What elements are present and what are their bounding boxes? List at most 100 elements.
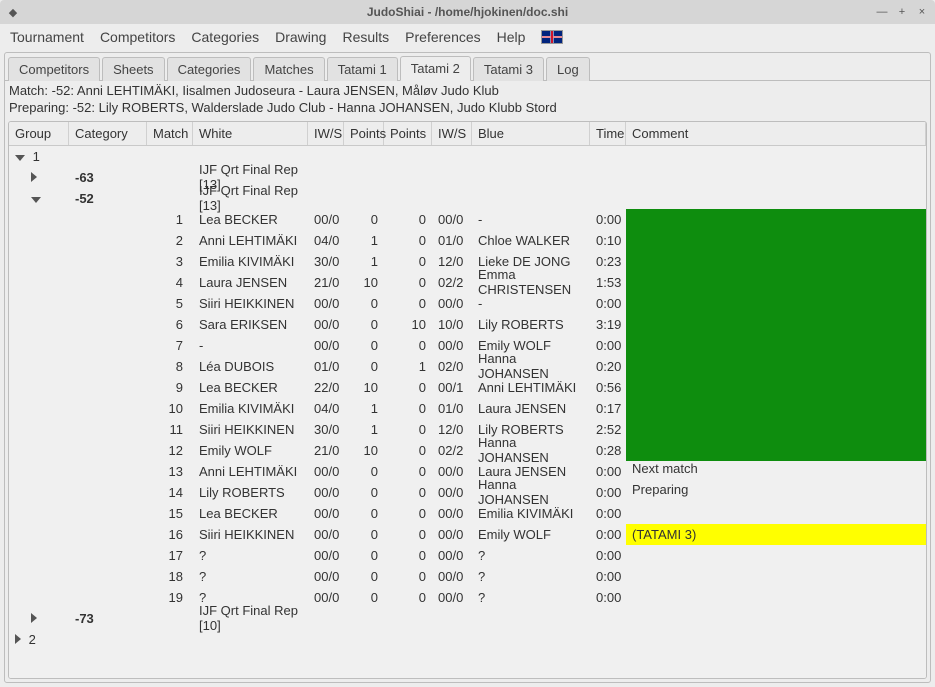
group-row[interactable]: 2 bbox=[9, 629, 926, 650]
tab-tatami3[interactable]: Tatami 3 bbox=[473, 57, 544, 81]
col-match[interactable]: Match bbox=[147, 122, 193, 145]
match-number: 18 bbox=[147, 569, 193, 584]
white-competitor: ? bbox=[193, 569, 308, 584]
match-time: 3:19 bbox=[590, 317, 626, 332]
white-points: 10 bbox=[344, 275, 384, 290]
tab-matches[interactable]: Matches bbox=[253, 57, 324, 81]
blue-competitor: Laura JENSEN bbox=[472, 401, 590, 416]
blue-iws: 00/0 bbox=[432, 590, 472, 605]
maximize-button[interactable]: + bbox=[893, 3, 911, 21]
match-comment: Preparing bbox=[626, 482, 926, 503]
match-row[interactable]: 3Emilia KIVIMÄKI30/01012/0Lieke DE JONG0… bbox=[9, 251, 926, 272]
match-time: 0:00 bbox=[590, 296, 626, 311]
col-points-blue[interactable]: Points bbox=[384, 122, 432, 145]
match-row[interactable]: 12Emily WOLF21/010002/2Hanna JOHANSEN0:2… bbox=[9, 440, 926, 461]
white-iws: 00/0 bbox=[308, 506, 344, 521]
col-group[interactable]: Group bbox=[9, 122, 69, 145]
blue-points: 0 bbox=[384, 254, 432, 269]
tab-sheets[interactable]: Sheets bbox=[102, 57, 164, 81]
white-competitor: ? bbox=[193, 548, 308, 563]
match-row[interactable]: 2Anni LEHTIMÄKI04/01001/0Chloe WALKER0:1… bbox=[9, 230, 926, 251]
match-row[interactable]: 4Laura JENSEN21/010002/2Emma CHRISTENSEN… bbox=[9, 272, 926, 293]
match-number: 3 bbox=[147, 254, 193, 269]
white-competitor: Sara ERIKSEN bbox=[193, 317, 308, 332]
blue-points: 0 bbox=[384, 338, 432, 353]
blue-points: 0 bbox=[384, 590, 432, 605]
blue-competitor: Hanna JOHANSEN bbox=[472, 435, 590, 465]
white-iws: 00/0 bbox=[308, 590, 344, 605]
blue-points: 1 bbox=[384, 359, 432, 374]
expand-icon[interactable] bbox=[31, 172, 37, 182]
flag-uk-icon[interactable] bbox=[541, 30, 563, 44]
match-row[interactable]: 16Siiri HEIKKINEN00/00000/0Emily WOLF0:0… bbox=[9, 524, 926, 545]
tab-competitors[interactable]: Competitors bbox=[8, 57, 100, 81]
tab-tatami1[interactable]: Tatami 1 bbox=[327, 57, 398, 81]
blue-points: 0 bbox=[384, 485, 432, 500]
match-row[interactable]: 8Léa DUBOIS01/00102/0Hanna JOHANSEN0:20 bbox=[9, 356, 926, 377]
blue-points: 10 bbox=[384, 317, 432, 332]
col-blue[interactable]: Blue bbox=[472, 122, 590, 145]
menu-help[interactable]: Help bbox=[497, 29, 526, 45]
match-row[interactable]: 5Siiri HEIKKINEN00/00000/0-0:00 bbox=[9, 293, 926, 314]
match-row[interactable]: 9Lea BECKER22/010000/1Anni LEHTIMÄKI0:56 bbox=[9, 377, 926, 398]
match-row[interactable]: 1Lea BECKER00/00000/0-0:00 bbox=[9, 209, 926, 230]
titlebar: ◆ JudoShiai - /home/hjokinen/doc.shi — +… bbox=[0, 0, 935, 24]
window-menu-icon[interactable]: ◆ bbox=[4, 3, 22, 21]
collapse-icon[interactable] bbox=[15, 155, 25, 161]
white-points: 0 bbox=[344, 527, 384, 542]
blue-iws: 00/0 bbox=[432, 296, 472, 311]
table-header: Group Category Match White IW/S Points P… bbox=[9, 122, 926, 146]
collapse-icon[interactable] bbox=[31, 197, 41, 203]
match-number: 5 bbox=[147, 296, 193, 311]
menu-results[interactable]: Results bbox=[342, 29, 389, 45]
expand-icon[interactable] bbox=[15, 634, 21, 644]
match-time: 0:00 bbox=[590, 212, 626, 227]
col-comment[interactable]: Comment bbox=[626, 122, 926, 145]
status-match: Match: -52: Anni LEHTIMÄKI, Iisalmen Jud… bbox=[9, 83, 926, 100]
white-competitor: - bbox=[193, 338, 308, 353]
col-white[interactable]: White bbox=[193, 122, 308, 145]
match-row[interactable]: 13Anni LEHTIMÄKI00/00000/0Laura JENSEN0:… bbox=[9, 461, 926, 482]
expand-icon[interactable] bbox=[31, 613, 37, 623]
minimize-button[interactable]: — bbox=[873, 3, 891, 21]
category-row[interactable]: -52IJF Qrt Final Rep [13] bbox=[9, 188, 926, 209]
white-points: 0 bbox=[344, 359, 384, 374]
menu-competitors[interactable]: Competitors bbox=[100, 29, 175, 45]
menu-preferences[interactable]: Preferences bbox=[405, 29, 480, 45]
tab-categories[interactable]: Categories bbox=[167, 57, 252, 81]
blue-competitor: ? bbox=[472, 548, 590, 563]
category-row[interactable]: -73IJF Qrt Final Rep [10] bbox=[9, 608, 926, 629]
tab-tatami2[interactable]: Tatami 2 bbox=[400, 56, 471, 81]
category-row[interactable]: -63IJF Qrt Final Rep [13] bbox=[9, 167, 926, 188]
white-points: 0 bbox=[344, 548, 384, 563]
match-row[interactable]: 6Sara ERIKSEN00/001010/0Lily ROBERTS3:19 bbox=[9, 314, 926, 335]
match-row[interactable]: 7-00/00000/0Emily WOLF0:00 bbox=[9, 335, 926, 356]
col-points-white[interactable]: Points bbox=[344, 122, 384, 145]
tab-log[interactable]: Log bbox=[546, 57, 590, 81]
match-row[interactable]: 17?00/00000/0?0:00 bbox=[9, 545, 926, 566]
white-iws: 00/0 bbox=[308, 485, 344, 500]
blue-points: 0 bbox=[384, 569, 432, 584]
blue-iws: 00/0 bbox=[432, 338, 472, 353]
match-row[interactable]: 10Emilia KIVIMÄKI04/01001/0Laura JENSEN0… bbox=[9, 398, 926, 419]
white-competitor: Siiri HEIKKINEN bbox=[193, 527, 308, 542]
match-row[interactable]: 18?00/00000/0?0:00 bbox=[9, 566, 926, 587]
white-competitor: Siiri HEIKKINEN bbox=[193, 422, 308, 437]
menu-drawing[interactable]: Drawing bbox=[275, 29, 326, 45]
match-number: 10 bbox=[147, 401, 193, 416]
col-iws-white[interactable]: IW/S bbox=[308, 122, 344, 145]
match-row[interactable]: 14Lily ROBERTS00/00000/0Hanna JOHANSEN0:… bbox=[9, 482, 926, 503]
menu-tournament[interactable]: Tournament bbox=[10, 29, 84, 45]
col-category[interactable]: Category bbox=[69, 122, 147, 145]
close-button[interactable]: × bbox=[913, 3, 931, 21]
col-iws-blue[interactable]: IW/S bbox=[432, 122, 472, 145]
col-time[interactable]: Time bbox=[590, 122, 626, 145]
white-points: 0 bbox=[344, 485, 384, 500]
group-row[interactable]: 1 bbox=[9, 146, 926, 167]
match-comment bbox=[626, 293, 926, 314]
match-row[interactable]: 15Lea BECKER00/00000/0Emilia KIVIMÄKI0:0… bbox=[9, 503, 926, 524]
menu-categories[interactable]: Categories bbox=[191, 29, 259, 45]
blue-competitor: - bbox=[472, 296, 590, 311]
match-row[interactable]: 19?00/00000/0?0:00 bbox=[9, 587, 926, 608]
match-row[interactable]: 11Siiri HEIKKINEN30/01012/0Lily ROBERTS2… bbox=[9, 419, 926, 440]
